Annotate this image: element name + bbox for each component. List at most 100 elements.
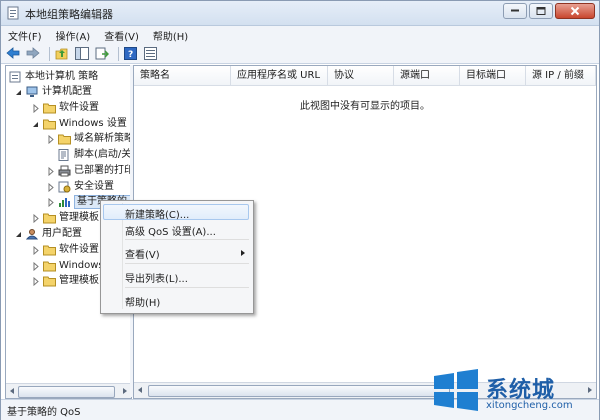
export-list-icon [95, 47, 109, 59]
column-header-protocol[interactable]: 协议 [328, 66, 394, 86]
minimize-button[interactable] [503, 3, 527, 19]
svg-text:?: ? [128, 50, 133, 60]
folder-icon [43, 244, 56, 256]
forward-arrow-icon [26, 46, 40, 59]
back-arrow-icon [6, 46, 20, 59]
tree-item-deployed-printers[interactable]: 已部署的打印 [46, 163, 132, 178]
tree-label: 软件设置 [59, 244, 99, 255]
tree-label: Windows 设置 [59, 118, 127, 129]
tree-item-user-software-settings[interactable]: 软件设置 [31, 242, 99, 257]
menu-item-new-policy[interactable]: 新建策略(C)... [125, 206, 189, 221]
column-header-policy-name[interactable]: 策略名 [134, 66, 231, 86]
tree-scroll-thumb[interactable] [18, 386, 115, 398]
menu-item-export-list[interactable]: 导出列表(L)... [125, 270, 188, 285]
maximize-button[interactable] [529, 3, 553, 19]
tree-label: 本地计算机 策略 [25, 71, 99, 82]
expand-triangle-icon[interactable] [46, 197, 55, 208]
tree-item-user-config[interactable]: 用户配置 [14, 226, 82, 241]
scroll-left-icon[interactable] [138, 387, 142, 393]
expand-triangle-icon[interactable] [31, 261, 40, 272]
menu-separator [125, 287, 249, 288]
tree-label: 软件设置 [59, 102, 99, 113]
folder-icon [58, 133, 71, 145]
tree-item-user-windows-settings[interactable]: Windows [31, 258, 104, 273]
tree-item-security-settings[interactable]: 安全设置 [46, 179, 114, 194]
folder-icon [43, 102, 56, 114]
expand-triangle-icon[interactable] [31, 213, 40, 224]
minimize-icon [511, 9, 519, 12]
tree-label: 管理模板 [59, 212, 99, 223]
tree-label: 脚本(启动/关 [74, 149, 132, 160]
menu-help[interactable]: 帮助(H) [146, 28, 195, 43]
properties-button[interactable] [143, 46, 161, 62]
scroll-right-icon[interactable] [123, 388, 127, 394]
column-header-source-ip[interactable]: 源 IP / 前缀 [526, 66, 596, 86]
folder-icon [43, 212, 56, 224]
watermark-url: xitongcheng.com [486, 400, 573, 411]
maximize-icon [536, 7, 546, 15]
help-icon: ? [124, 46, 137, 60]
expand-triangle-icon[interactable] [46, 182, 55, 193]
up-folder-icon [55, 48, 68, 59]
column-header-app-url[interactable]: 应用程序名或 URL [231, 66, 328, 86]
policy-editor-icon [7, 6, 20, 20]
menu-item-advanced-qos[interactable]: 高级 QoS 设置(A)... [125, 223, 216, 238]
menu-view[interactable]: 查看(V) [97, 28, 146, 43]
expand-triangle-icon[interactable] [31, 103, 40, 114]
export-button[interactable] [94, 46, 112, 62]
submenu-arrow-icon [241, 250, 245, 256]
tree-item-computer-config[interactable]: 计算机配置 [14, 84, 92, 99]
script-icon [58, 148, 71, 161]
scroll-left-icon[interactable] [10, 388, 14, 394]
printer-icon [58, 165, 71, 177]
computer-policy-icon [9, 71, 22, 83]
tree-label: 已部署的打印 [74, 165, 132, 176]
properties-icon [144, 46, 157, 60]
expand-triangle-icon[interactable] [31, 276, 40, 287]
tree-item-dns-policy[interactable]: 域名解析策略 [46, 131, 131, 146]
tree-item-software-settings[interactable]: 软件设置 [31, 100, 99, 115]
status-text: 基于策略的 QoS [7, 407, 81, 418]
column-header-source-port[interactable]: 源端口 [394, 66, 460, 86]
tree-label: 用户配置 [42, 228, 82, 239]
help-button[interactable]: ? [123, 46, 141, 62]
tree-item-windows-settings[interactable]: Windows 设置 [31, 116, 127, 131]
menu-item-help[interactable]: 帮助(H) [125, 294, 160, 309]
context-menu: 新建策略(C)... 高级 QoS 设置(A)... 查看(V) 导出列表(L)… [100, 200, 254, 314]
menu-action[interactable]: 操作(A) [49, 28, 98, 43]
tree-label: Windows [59, 260, 104, 271]
forward-button[interactable] [25, 46, 43, 62]
menu-item-view[interactable]: 查看(V) [125, 246, 160, 261]
folder-icon [43, 118, 56, 130]
tree-item-local-policy[interactable]: 本地计算机 策略 [9, 69, 98, 84]
tree-label: 安全设置 [74, 181, 114, 192]
menu-file[interactable]: 文件(F) [1, 28, 49, 43]
window-controls [501, 3, 595, 19]
window-title: 本地组策略编辑器 [25, 8, 113, 21]
tree-item-scripts[interactable]: 脚本(启动/关 [58, 147, 131, 162]
site-watermark: 系统城 xitongcheng.com [430, 368, 595, 416]
back-button[interactable] [5, 46, 23, 62]
collapse-triangle-icon[interactable] [31, 119, 40, 128]
expand-triangle-icon[interactable] [46, 134, 55, 145]
up-folder-button[interactable] [54, 46, 72, 62]
expand-triangle-icon[interactable] [46, 166, 55, 177]
tree-item-admin-templates[interactable]: 管理模板 [31, 210, 99, 225]
column-header-dest-port[interactable]: 目标端口 [460, 66, 526, 86]
close-button[interactable] [555, 3, 595, 19]
menu-bar: 文件(F) 操作(A) 查看(V) 帮助(H) [1, 26, 599, 44]
close-icon [570, 6, 580, 16]
empty-view-message: 此视图中没有可显示的项目。 [300, 101, 430, 112]
folder-icon [43, 260, 56, 272]
title-bar[interactable]: 本地组策略编辑器 [1, 1, 599, 26]
console-tree-icon [75, 46, 89, 60]
show-hide-tree-button[interactable] [74, 46, 92, 62]
tree-horizontal-scrollbar[interactable] [6, 383, 131, 398]
list-scroll-thumb[interactable] [148, 385, 450, 397]
collapse-triangle-icon[interactable] [14, 229, 23, 238]
collapse-triangle-icon[interactable] [14, 87, 23, 96]
expand-triangle-icon[interactable] [31, 245, 40, 256]
security-icon [58, 181, 71, 193]
menu-separator [125, 239, 249, 240]
tree-item-user-admin-templates[interactable]: 管理模板 [31, 273, 99, 288]
